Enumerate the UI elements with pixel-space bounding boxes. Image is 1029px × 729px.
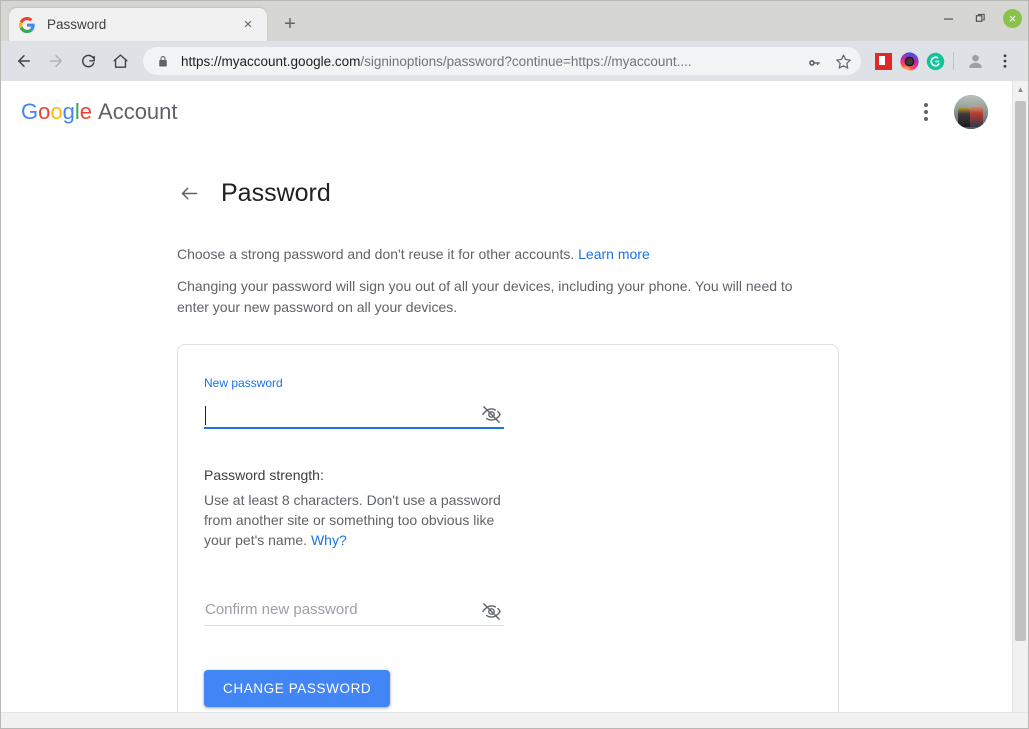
confirm-password-field bbox=[204, 596, 812, 626]
new-password-input[interactable] bbox=[204, 401, 474, 429]
logo-word-account: Account bbox=[98, 99, 178, 124]
confirm-password-input[interactable] bbox=[204, 598, 474, 626]
confirm-password-wrapper bbox=[204, 596, 504, 626]
flipboard-extension-icon[interactable] bbox=[873, 51, 893, 71]
logo-letter-g2: g bbox=[62, 99, 75, 124]
back-icon[interactable] bbox=[9, 46, 39, 76]
description-text-1: Choose a strong password and don't reuse… bbox=[177, 246, 575, 262]
password-form-card: New password Password strength: Use at l… bbox=[177, 344, 839, 712]
app-header: Google Account bbox=[1, 81, 1012, 143]
tab-title: Password bbox=[47, 17, 107, 32]
horizontal-scrollbar[interactable] bbox=[1, 712, 1028, 728]
lock-icon bbox=[157, 55, 171, 68]
home-icon[interactable] bbox=[105, 46, 135, 76]
vertical-scrollbar[interactable]: ▲ bbox=[1012, 81, 1028, 712]
url-path: /signinoptions/password?continue=https:/… bbox=[360, 53, 692, 69]
browser-window: Password × + × https://myaccount.google.… bbox=[0, 0, 1029, 729]
change-password-button[interactable]: CHANGE PASSWORD bbox=[204, 670, 391, 707]
description-line-1: Choose a strong password and don't reuse… bbox=[177, 244, 817, 265]
password-strength-block: Password strength: Use at least 8 charac… bbox=[204, 465, 524, 550]
omnibox-actions bbox=[803, 49, 855, 73]
google-account-logo: Google Account bbox=[21, 99, 178, 125]
description-block: Choose a strong password and don't reuse… bbox=[1, 244, 1012, 318]
scroll-up-arrow-icon[interactable]: ▲ bbox=[1013, 81, 1028, 97]
forward-icon[interactable] bbox=[41, 46, 71, 76]
chrome-profile-icon[interactable] bbox=[962, 48, 988, 74]
key-icon[interactable] bbox=[803, 49, 827, 73]
eye-off-icon[interactable] bbox=[478, 401, 504, 427]
scrollbar-thumb[interactable] bbox=[1015, 101, 1026, 641]
toolbar-divider bbox=[953, 52, 954, 70]
logo-letter-o2: o bbox=[50, 99, 63, 124]
back-arrow-icon[interactable] bbox=[177, 182, 201, 206]
minimize-button[interactable] bbox=[939, 10, 957, 28]
password-strength-hint-text: Use at least 8 characters. Don't use a p… bbox=[204, 492, 501, 548]
password-strength-title: Password strength: bbox=[204, 467, 324, 483]
confirm-password-underline bbox=[204, 625, 504, 626]
app-header-actions bbox=[914, 95, 988, 129]
browser-toolbar: https://myaccount.google.com/signinoptio… bbox=[1, 41, 1028, 81]
confirm-password-input-row bbox=[204, 596, 504, 626]
account-avatar[interactable] bbox=[954, 95, 988, 129]
new-tab-button[interactable]: + bbox=[275, 9, 305, 39]
logo-letter-g1: G bbox=[21, 99, 39, 124]
tab-strip: Password × + × bbox=[1, 1, 1028, 41]
apps-menu-icon[interactable] bbox=[914, 97, 938, 127]
page-title-row: Password bbox=[1, 179, 1012, 208]
google-g-icon bbox=[19, 16, 35, 33]
text-caret bbox=[205, 406, 206, 425]
browser-tab[interactable]: Password × bbox=[9, 8, 267, 41]
bookmark-star-icon[interactable] bbox=[831, 49, 855, 73]
extension-icons bbox=[873, 51, 945, 71]
logo-letter-o1: o bbox=[38, 99, 51, 124]
learn-more-link[interactable]: Learn more bbox=[578, 246, 650, 262]
url-domain: https://myaccount.google.com bbox=[181, 53, 361, 69]
description-line-2: Changing your password will sign you out… bbox=[177, 278, 793, 315]
submit-row: CHANGE PASSWORD bbox=[204, 670, 812, 707]
maximize-restore-button[interactable] bbox=[971, 10, 989, 28]
new-password-input-row bbox=[204, 399, 504, 429]
grammarly-extension-icon[interactable] bbox=[925, 51, 945, 71]
close-tab-icon[interactable]: × bbox=[239, 16, 257, 34]
address-bar[interactable]: https://myaccount.google.com/signinoptio… bbox=[143, 47, 861, 75]
password-strength-hint: Use at least 8 characters. Don't use a p… bbox=[204, 490, 506, 550]
chrome-menu-icon[interactable] bbox=[990, 46, 1020, 76]
new-password-field: New password bbox=[204, 375, 504, 429]
why-link[interactable]: Why? bbox=[311, 532, 347, 548]
page-title: Password bbox=[221, 179, 331, 207]
google-account-page: Google Account Password Choose a strong … bbox=[1, 81, 1012, 712]
new-password-label: New password bbox=[204, 376, 283, 390]
instagram-extension-icon[interactable] bbox=[899, 51, 919, 71]
close-window-button[interactable]: × bbox=[1003, 9, 1022, 28]
reload-icon[interactable] bbox=[73, 46, 103, 76]
page-viewport: Google Account Password Choose a strong … bbox=[1, 81, 1028, 712]
eye-off-icon[interactable] bbox=[478, 598, 504, 624]
window-controls: × bbox=[939, 9, 1022, 28]
url-text: https://myaccount.google.com/signinoptio… bbox=[181, 54, 797, 69]
new-password-underline bbox=[204, 427, 504, 429]
logo-letter-e: e bbox=[79, 99, 93, 124]
